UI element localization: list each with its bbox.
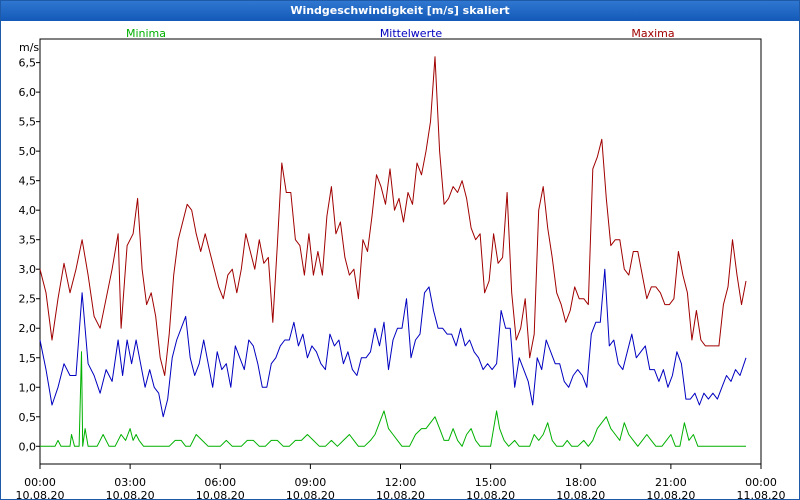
legend-maxima: Maxima	[631, 27, 674, 40]
wind-speed-chart: 0,0 0,5 1,0 1,5 2,0 2,5 3,0 3,5 4,0 4,5 5,0 5,5 6,0 6…	[16, 27, 786, 499]
legend-minima: Minima	[126, 27, 166, 40]
y-tick-label: 5,5	[19, 116, 37, 129]
y-tick-label: 2,5	[19, 293, 37, 306]
y-tick-label: 5,0	[19, 145, 37, 158]
y-tick-label: 0,5	[19, 411, 37, 424]
x-tick-date: 10.08.20	[106, 489, 155, 499]
x-tick-date: 10.08.20	[286, 489, 335, 499]
x-tick-date: 10.08.20	[646, 489, 695, 499]
y-tick-label: 1,0	[19, 381, 37, 394]
axes	[36, 38, 762, 469]
x-tick-date: 10.08.20	[16, 489, 65, 499]
y-tick-label: 3,5	[19, 234, 37, 247]
x-tick-date: 10.08.20	[196, 489, 245, 499]
x-tick-time: 06:00	[204, 476, 236, 489]
window-title: Windgeschwindigkeit [m/s] skaliert	[1, 1, 799, 21]
y-tick-label: 3,0	[19, 263, 37, 276]
y-tick-label: 4,5	[19, 175, 37, 188]
x-tick-date: 10.08.20	[466, 489, 515, 499]
x-tick-time: 00:00	[745, 476, 777, 489]
x-tick-time: 21:00	[655, 476, 687, 489]
y-tick-label: 6,0	[19, 86, 37, 99]
x-tick-time: 09:00	[295, 476, 327, 489]
y-tick-label: 0,0	[19, 440, 37, 453]
chart-window: Windgeschwindigkeit [m/s] skaliert 0,0 0,…	[0, 0, 800, 500]
y-tick-label: 1,5	[19, 352, 37, 365]
x-tick-time: 15:00	[475, 476, 507, 489]
x-tick-time: 12:00	[385, 476, 417, 489]
legend-mittelwerte: Mittelwerte	[380, 27, 443, 40]
x-tick-date: 11.08.20	[737, 489, 786, 499]
y-tick-label: 4,0	[19, 204, 37, 217]
y-tick-label: 6,5	[19, 57, 37, 70]
plot-area	[39, 38, 762, 465]
x-tick-time: 00:00	[24, 476, 56, 489]
x-tick-time: 03:00	[114, 476, 146, 489]
x-tick-date: 10.08.20	[556, 489, 605, 499]
y-axis-label: m/s	[19, 41, 39, 54]
x-tick-time: 18:00	[565, 476, 597, 489]
y-tick-label: 2,0	[19, 322, 37, 335]
x-tick-date: 10.08.20	[376, 489, 425, 499]
